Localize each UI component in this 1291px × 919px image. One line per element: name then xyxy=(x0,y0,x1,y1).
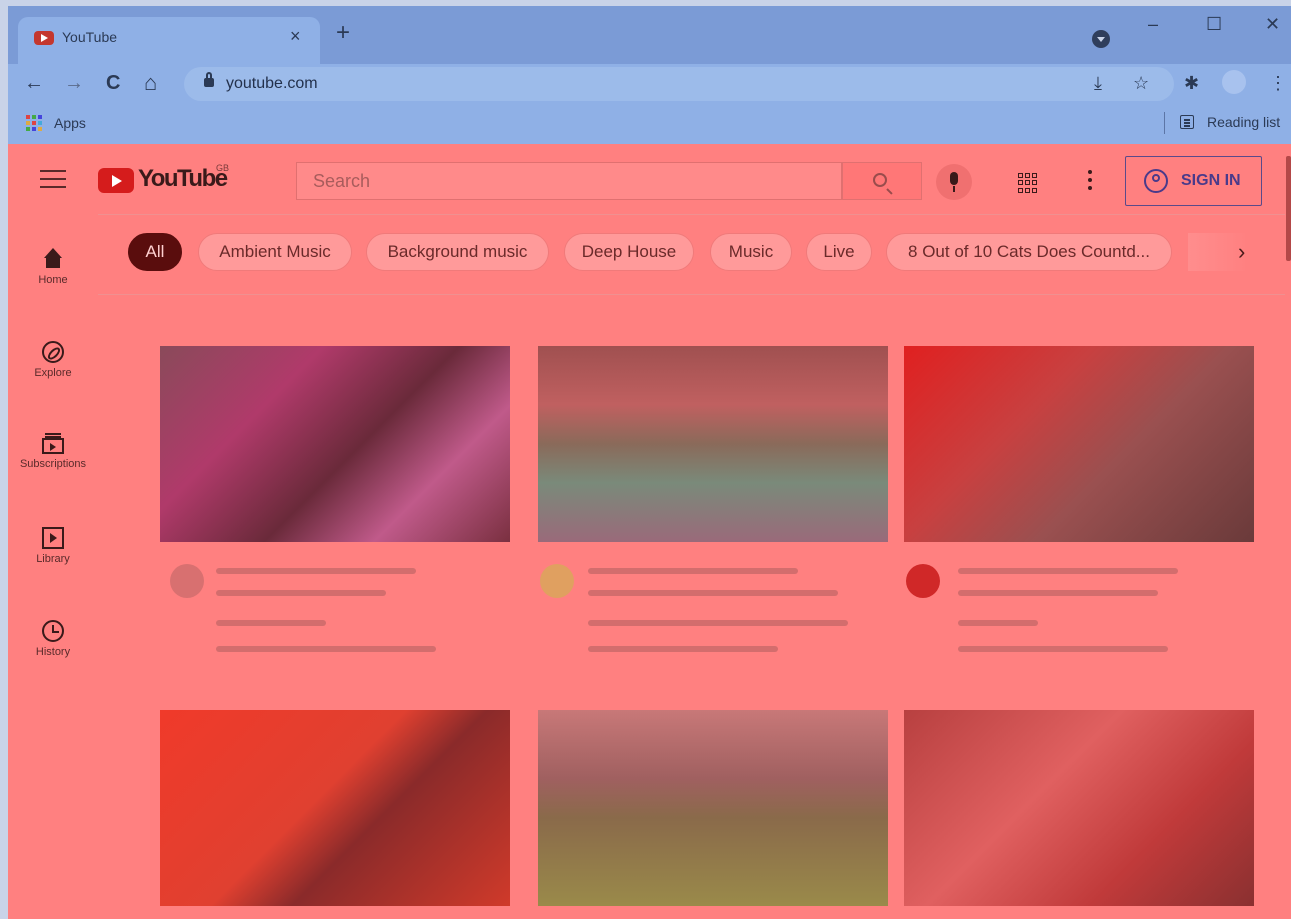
back-button[interactable]: ← xyxy=(24,72,44,95)
chip-deep-house[interactable]: Deep House xyxy=(564,233,694,271)
sidebar-label-subscriptions: Subscriptions xyxy=(19,458,87,470)
channel-avatar[interactable] xyxy=(540,564,574,598)
apps-bookmark[interactable]: Apps xyxy=(54,115,86,131)
video-title-placeholder xyxy=(958,568,1178,574)
sidebar-item-history[interactable]: History xyxy=(8,620,98,658)
video-thumbnail[interactable] xyxy=(160,346,510,542)
extensions-icon[interactable]: ✱ xyxy=(1184,73,1199,94)
sidebar-label-history: History xyxy=(35,646,71,658)
apps-grid-icon[interactable] xyxy=(26,115,42,131)
search-input[interactable]: Search xyxy=(296,162,842,200)
tab-strip: YouTube × + – ☐ ✕ xyxy=(8,6,1291,64)
video-thumbnail[interactable] xyxy=(904,346,1254,542)
search-placeholder: Search xyxy=(313,171,371,191)
channel-name-placeholder xyxy=(588,620,848,626)
hamburger-menu-icon[interactable] xyxy=(40,170,66,188)
video-thumbnail[interactable] xyxy=(904,710,1254,906)
profile-avatar-icon[interactable] xyxy=(1222,70,1246,94)
channel-name-placeholder xyxy=(958,620,1038,626)
chip-background-music[interactable]: Background music xyxy=(366,233,549,271)
close-window-button[interactable]: ✕ xyxy=(1265,14,1280,35)
chip-music[interactable]: Music xyxy=(710,233,792,271)
minimize-button[interactable]: – xyxy=(1148,14,1158,35)
video-title-placeholder xyxy=(588,568,798,574)
tab-youtube[interactable]: YouTube × xyxy=(18,17,320,64)
forward-button[interactable]: → xyxy=(64,72,84,95)
sidebar-label-library: Library xyxy=(36,553,70,565)
video-title-placeholder xyxy=(958,590,1158,596)
tab-search-icon[interactable] xyxy=(1092,30,1110,48)
youtube-favicon-icon xyxy=(34,31,54,45)
home-icon xyxy=(42,248,64,270)
compass-icon xyxy=(42,341,64,363)
tab-title: YouTube xyxy=(62,29,118,45)
channel-avatar[interactable] xyxy=(906,564,940,598)
youtube-logo-icon[interactable] xyxy=(98,168,134,193)
reading-list-icon[interactable] xyxy=(1180,115,1194,129)
video-title-placeholder xyxy=(216,568,416,574)
sidebar-label-explore: Explore xyxy=(34,367,72,379)
reload-button[interactable]: C xyxy=(106,72,120,95)
browser-menu-icon[interactable]: ⋮ xyxy=(1269,73,1287,94)
browser-toolbar: ← → C ⌂ youtube.com ⤓ ☆ ✱ ⋮ xyxy=(8,64,1291,104)
history-icon xyxy=(42,620,64,642)
video-stats-placeholder xyxy=(958,646,1168,652)
new-tab-button[interactable]: + xyxy=(336,21,350,45)
chip-ambient-music[interactable]: Ambient Music xyxy=(198,233,352,271)
tab-close-icon[interactable]: × xyxy=(290,26,301,47)
chip-next-arrow-icon[interactable]: › xyxy=(1238,239,1245,265)
library-icon xyxy=(42,527,64,549)
video-thumbnail[interactable] xyxy=(538,710,888,906)
video-title-placeholder xyxy=(216,590,386,596)
header-divider xyxy=(98,214,1288,215)
sidebar-item-explore[interactable]: Explore xyxy=(8,341,98,379)
video-thumbnail[interactable] xyxy=(538,346,888,542)
chip-8-out-of-10-cats[interactable]: 8 Out of 10 Cats Does Countd... xyxy=(886,233,1172,271)
search-button[interactable] xyxy=(842,162,922,200)
subscriptions-icon xyxy=(42,433,64,454)
page-scrollbar-thumb[interactable] xyxy=(1286,156,1291,261)
sign-in-label: SIGN IN xyxy=(1181,172,1241,189)
settings-more-icon[interactable] xyxy=(1088,170,1092,194)
video-stats-placeholder xyxy=(216,646,436,652)
channel-avatar[interactable] xyxy=(170,564,204,598)
apps-launcher-icon[interactable] xyxy=(1018,173,1038,193)
video-stats-placeholder xyxy=(588,646,778,652)
sidebar-item-library[interactable]: Library xyxy=(8,527,98,565)
reading-list-button[interactable]: Reading list xyxy=(1207,114,1280,130)
voice-search-mic-icon[interactable] xyxy=(936,164,972,200)
bookmarks-bar: Apps Reading list xyxy=(8,104,1291,144)
youtube-logo-text[interactable]: YouTube xyxy=(138,165,228,193)
sidebar-label-home: Home xyxy=(38,274,68,286)
address-bar[interactable]: youtube.com xyxy=(184,67,1174,101)
chip-live[interactable]: Live xyxy=(806,233,872,271)
sidebar-item-subscriptions[interactable]: Subscriptions xyxy=(8,433,98,470)
maximize-button[interactable]: ☐ xyxy=(1206,14,1222,35)
video-title-placeholder xyxy=(588,590,838,596)
install-app-icon[interactable]: ⤓ xyxy=(1094,73,1102,94)
sign-in-button[interactable]: SIGN IN xyxy=(1125,156,1262,206)
chip-all[interactable]: All xyxy=(128,233,182,271)
home-button[interactable]: ⌂ xyxy=(144,70,157,96)
channel-name-placeholder xyxy=(216,620,326,626)
search-icon xyxy=(873,173,887,187)
lock-icon xyxy=(204,72,214,87)
browser-window: YouTube × + – ☐ ✕ ← → C ⌂ youtube.com ⤓ … xyxy=(8,6,1291,919)
bookmark-star-icon[interactable]: ☆ xyxy=(1133,73,1149,94)
video-thumbnail[interactable] xyxy=(160,710,510,906)
account-circle-icon xyxy=(1144,169,1168,193)
bookmarks-divider xyxy=(1164,112,1165,134)
url-text[interactable]: youtube.com xyxy=(226,75,318,93)
youtube-page: YouTube GB Search SIGN IN All Ambient Mu… xyxy=(8,144,1291,919)
sidebar-item-home[interactable]: Home xyxy=(8,248,98,286)
region-code: GB xyxy=(216,163,230,173)
chips-divider xyxy=(98,294,1288,295)
